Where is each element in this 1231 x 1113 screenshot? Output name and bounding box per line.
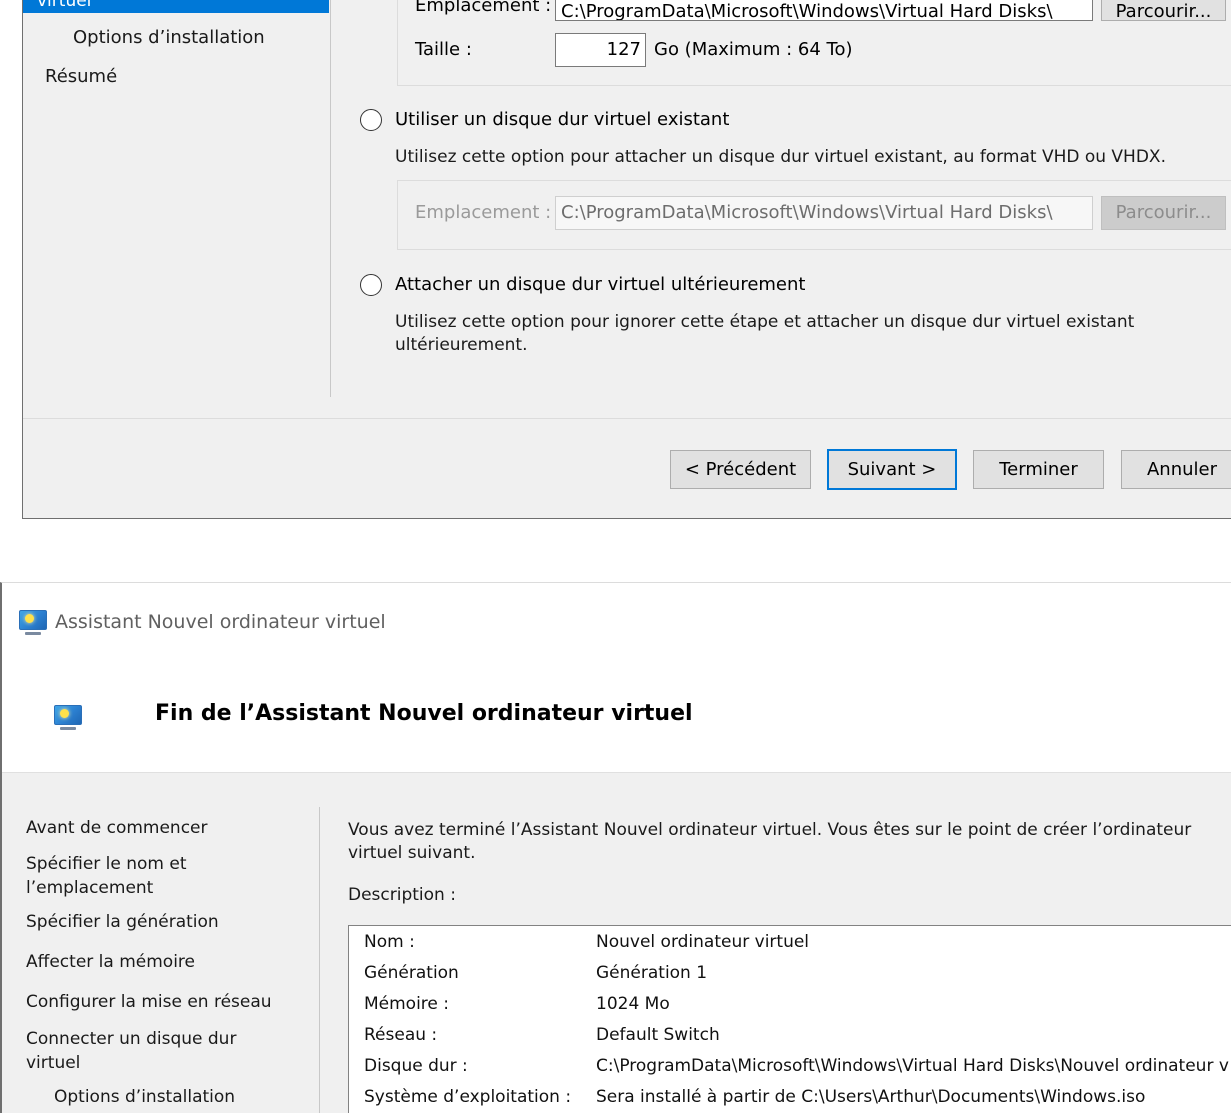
monitor-stand [60, 727, 76, 730]
use-existing-disk-description: Utilisez cette option pour attacher un d… [395, 147, 1166, 167]
virtual-machine-icon [19, 610, 47, 630]
attach-later-description: Utilisez cette option pour ignorer cette… [395, 312, 1135, 355]
hard-disk-wizard-window: virtuel Options d’installation Résumé Em… [22, 0, 1231, 519]
location-input[interactable]: C:\ProgramData\Microsoft\Windows\Virtual… [555, 0, 1093, 21]
browse-button[interactable]: Parcourir... [1101, 0, 1226, 21]
nav-item-installation-options[interactable]: Options d’installation [73, 27, 265, 48]
existing-location-input[interactable]: C:\ProgramData\Microsoft\Windows\Virtual… [555, 196, 1093, 230]
summary-key-network: Réseau : [364, 1025, 438, 1045]
attach-later-label[interactable]: Attacher un disque dur virtuel ultérieur… [395, 274, 805, 295]
summary-value-network: Default Switch [596, 1025, 720, 1045]
nav-separator [319, 807, 320, 1113]
nav-item-before-you-begin[interactable]: Avant de commencer [26, 818, 208, 838]
title-bar: Assistant Nouvel ordinateur virtuel [2, 583, 1231, 661]
summary-key-memory: Mémoire : [364, 994, 450, 1014]
finish-button[interactable]: Terminer [973, 450, 1104, 489]
completion-intro: Vous avez terminé l’Assistant Nouvel ord… [348, 820, 1192, 863]
use-existing-disk-label[interactable]: Utiliser un disque dur virtuel existant [395, 109, 729, 130]
existing-browse-button[interactable]: Parcourir... [1101, 196, 1226, 230]
nav-item-memory[interactable]: Affecter la mémoire [26, 952, 195, 972]
previous-button[interactable]: < Précédent [670, 450, 811, 489]
attach-later-radio[interactable] [360, 274, 382, 296]
summary-value-memory: 1024 Mo [596, 994, 670, 1014]
use-existing-disk-radio[interactable] [360, 109, 382, 131]
nav-item-name-and-location[interactable]: Spécifier le nom et l’emplacement [26, 852, 246, 900]
nav-item-summary[interactable]: Résumé [45, 66, 117, 87]
nav-item-connect-virtual-disk[interactable]: Connecter un disque dur virtuel [26, 1027, 266, 1075]
summary-value-os: Sera installé à partir de C:\Users\Arthu… [596, 1087, 1146, 1107]
nav-item-installation-options[interactable]: Options d’installation [54, 1087, 235, 1107]
summary-key-hard-disk: Disque dur : [364, 1056, 468, 1076]
virtual-machine-icon [54, 705, 82, 725]
nav-item-label: virtuel [37, 0, 92, 11]
summary-value-generation: Génération 1 [596, 963, 708, 983]
nav-item-networking[interactable]: Configurer la mise en réseau [26, 992, 272, 1012]
window-title: Assistant Nouvel ordinateur virtuel [55, 611, 386, 633]
summary-value-hard-disk: C:\ProgramData\Microsoft\Windows\Virtual… [596, 1056, 1229, 1076]
new-vm-wizard-window: Assistant Nouvel ordinateur virtuel Fin … [0, 582, 1231, 1113]
nav-separator [330, 0, 331, 397]
page-title: Fin de l’Assistant Nouvel ordinateur vir… [155, 701, 693, 726]
summary-value-name: Nouvel ordinateur virtuel [596, 932, 810, 952]
cancel-button[interactable]: Annuler [1121, 450, 1231, 489]
next-button[interactable]: Suivant > [827, 449, 957, 490]
nav-item-generation[interactable]: Spécifier la génération [26, 912, 219, 932]
nav-item-connect-virtual-disk-selected[interactable]: virtuel [23, 0, 329, 13]
size-unit-label: Go (Maximum : 64 To) [654, 39, 853, 60]
size-input[interactable]: 127 [555, 33, 646, 67]
description-label: Description : [348, 885, 456, 905]
wizard-header: Fin de l’Assistant Nouvel ordinateur vir… [2, 661, 1231, 773]
location-label: Emplacement : [415, 0, 552, 16]
summary-key-os: Système d’exploitation : [364, 1087, 572, 1107]
summary-key-name: Nom : [364, 932, 415, 952]
summary-key-generation: Génération [364, 963, 459, 983]
monitor-stand [25, 632, 41, 635]
footer-divider [23, 418, 1231, 419]
summary-box: Nom : Nouvel ordinateur virtuel Générati… [348, 925, 1231, 1113]
size-label: Taille : [415, 39, 472, 60]
existing-location-label: Emplacement : [415, 202, 552, 223]
